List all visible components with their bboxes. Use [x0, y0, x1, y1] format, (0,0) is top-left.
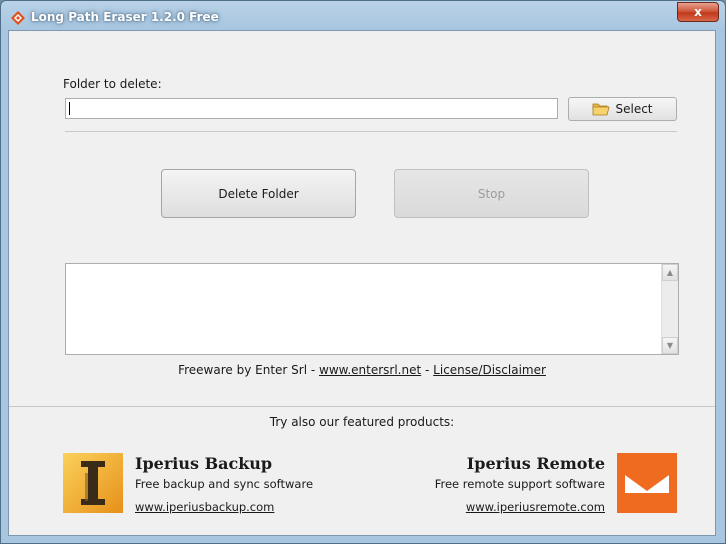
credits-prefix: Freeware by Enter Srl -	[178, 363, 319, 377]
folder-path-input[interactable]	[65, 98, 558, 119]
folder-open-icon	[593, 103, 610, 116]
iperius-backup-name[interactable]: Iperius Backup	[135, 454, 272, 473]
folder-label: Folder to delete:	[63, 77, 162, 91]
entersrl-link[interactable]: www.entersrl.net	[319, 363, 421, 377]
app-icon	[11, 11, 25, 25]
title-bar[interactable]: Long Path Eraser 1.2.0 Free x	[1, 1, 725, 31]
log-textarea[interactable]: ▲ ▼	[65, 263, 679, 355]
delete-folder-label: Delete Folder	[218, 186, 299, 201]
iperius-remote-link[interactable]: www.iperiusremote.com	[466, 500, 605, 514]
iperius-remote-name[interactable]: Iperius Remote	[467, 454, 605, 473]
stop-button[interactable]: Stop	[394, 169, 589, 218]
close-button[interactable]: x	[677, 2, 719, 22]
text-caret	[69, 102, 70, 115]
window-title: Long Path Eraser 1.2.0 Free	[31, 10, 219, 24]
divider-top	[65, 131, 677, 132]
iperius-backup-description: Free backup and sync software	[135, 477, 314, 491]
select-button-label: Select	[615, 102, 653, 116]
divider-bottom	[9, 406, 715, 407]
credits-separator: -	[421, 363, 434, 377]
license-link[interactable]: License/Disclaimer	[433, 363, 546, 377]
delete-folder-button[interactable]: Delete Folder	[161, 169, 356, 218]
main-panel: Folder to delete: Select Delete Folder S…	[8, 30, 716, 536]
select-button[interactable]: Select	[568, 97, 677, 121]
iperius-backup-logo[interactable]	[63, 453, 123, 513]
scroll-up-icon[interactable]: ▲	[662, 264, 678, 281]
scroll-down-icon[interactable]: ▼	[662, 337, 678, 354]
stop-label: Stop	[477, 186, 506, 201]
close-icon: x	[694, 5, 702, 19]
iperius-remote-description: Free remote support software	[434, 477, 605, 491]
iperius-remote-logo[interactable]	[617, 453, 677, 513]
featured-heading: Try also our featured products:	[269, 415, 455, 429]
log-scrollbar[interactable]: ▲ ▼	[661, 264, 678, 354]
credits-line: Freeware by Enter Srl - www.entersrl.net…	[9, 363, 715, 377]
iperius-backup-link[interactable]: www.iperiusbackup.com	[135, 500, 274, 514]
